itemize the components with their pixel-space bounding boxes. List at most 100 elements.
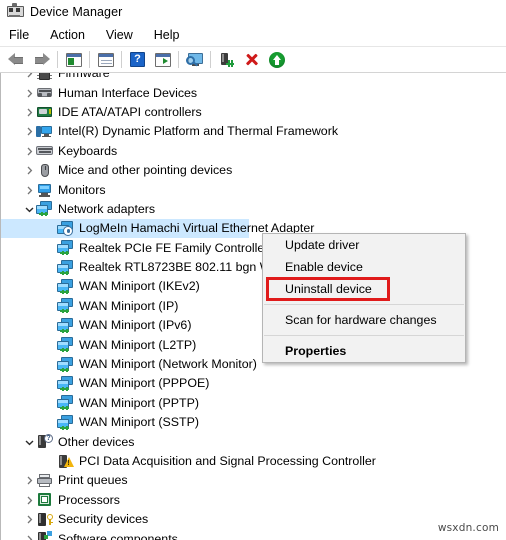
- chevron-right-icon[interactable]: [23, 161, 36, 180]
- processor-icon: [36, 492, 54, 508]
- chevron-right-icon[interactable]: [23, 73, 36, 83]
- tree-item-label: Intel(R) Dynamic Platform and Thermal Fr…: [58, 124, 339, 139]
- unknown-device-warning-icon: [57, 454, 75, 470]
- update-driver-button[interactable]: [214, 49, 239, 71]
- network-adapter-disabled-icon: [57, 220, 75, 237]
- network-adapter-icon: [57, 414, 75, 431]
- tree-item[interactable]: Human Interface Devices: [1, 83, 506, 102]
- menu-item-help[interactable]: Help: [154, 26, 191, 44]
- tree-item[interactable]: ? Other devices: [1, 432, 506, 451]
- window-title: Device Manager: [30, 5, 123, 19]
- tree-item-label: Print queues: [58, 473, 128, 488]
- tree-item[interactable]: Software components: [1, 529, 506, 540]
- chevron-right-icon[interactable]: [23, 122, 36, 141]
- menu-item-view[interactable]: View: [106, 26, 144, 44]
- context-menu-item-properties[interactable]: Properties: [263, 340, 465, 362]
- hid-keyboard-icon: [36, 85, 54, 101]
- monitor-icon: [36, 182, 54, 198]
- context-menu[interactable]: Update driver Enable device Uninstall devi…: [262, 233, 466, 363]
- tree-item[interactable]: IDE ATA/ATAPI controllers: [1, 103, 506, 122]
- chevron-right-icon[interactable]: [23, 510, 36, 529]
- toolbar: ?: [0, 46, 506, 73]
- watermark: wsxdn.com: [437, 522, 499, 534]
- chevron-right-icon[interactable]: [23, 530, 36, 540]
- menu-item-file[interactable]: File: [9, 26, 40, 44]
- arrow-right-icon: [33, 53, 50, 66]
- chevron-down-icon[interactable]: [23, 433, 36, 452]
- menu-bar: File Action View Help: [0, 24, 506, 46]
- chevron-right-icon[interactable]: [23, 84, 36, 103]
- toolbar-separator: [178, 51, 179, 68]
- tree-item-label: Software components: [58, 531, 178, 540]
- forward-button[interactable]: [29, 49, 54, 71]
- other-device-icon: ?: [36, 434, 54, 450]
- context-menu-item-label: Uninstall device: [285, 282, 372, 296]
- tree-item[interactable]: WAN Miniport (PPPOE): [1, 374, 506, 393]
- menu-item-action[interactable]: Action: [50, 26, 96, 44]
- tree-item-label: Security devices: [58, 512, 149, 527]
- context-menu-item-scan-for-hardware-changes[interactable]: Scan for hardware changes: [263, 309, 465, 331]
- device-manager-icon: [6, 3, 24, 21]
- network-adapter-icon: [36, 201, 54, 217]
- chevron-right-icon[interactable]: [23, 491, 36, 510]
- tree-item[interactable]: Intel(R) Dynamic Platform and Thermal Fr…: [1, 122, 506, 141]
- tree-item-label: Network adapters: [58, 201, 156, 216]
- context-menu-item-label: Update driver: [285, 238, 360, 252]
- tree-item-label: WAN Miniport (L2TP): [79, 337, 197, 352]
- scan-for-hardware-changes-button[interactable]: [182, 49, 207, 71]
- context-menu-item-label: Scan for hardware changes: [285, 313, 437, 327]
- back-button[interactable]: [4, 49, 29, 71]
- intel-platform-icon: [36, 124, 54, 140]
- show-hide-console-tree-button[interactable]: [61, 49, 86, 71]
- tree-item[interactable]: Firmware: [1, 73, 506, 83]
- chevron-down-icon[interactable]: [23, 200, 36, 219]
- tree-item[interactable]: Keyboards: [1, 142, 506, 161]
- green-up-arrow-icon: [268, 51, 285, 68]
- tree-item[interactable]: Mice and other pointing devices: [1, 161, 506, 180]
- tree-item[interactable]: Print queues: [1, 471, 506, 490]
- tree-item[interactable]: PCI Data Acquisition and Signal Processi…: [1, 452, 506, 471]
- help-button[interactable]: ?: [125, 49, 150, 71]
- mouse-icon: [36, 163, 54, 179]
- tree-item[interactable]: Processors: [1, 491, 506, 510]
- network-adapter-icon: [57, 337, 75, 353]
- network-adapter-icon: [57, 356, 75, 373]
- tree-item[interactable]: WAN Miniport (SSTP): [1, 413, 506, 432]
- tree-item[interactable]: Monitors: [1, 180, 506, 199]
- tree-item-label: WAN Miniport (Network Monitor): [79, 357, 257, 372]
- device-plug-icon: [219, 52, 234, 67]
- context-menu-item-update-driver[interactable]: Update driver: [263, 234, 465, 256]
- context-menu-item-uninstall-device[interactable]: Uninstall device: [263, 278, 465, 300]
- chevron-right-icon[interactable]: [23, 471, 36, 490]
- tree-item[interactable]: Security devices: [1, 510, 506, 529]
- tree-item[interactable]: WAN Miniport (PPTP): [1, 394, 506, 413]
- tree-item-label: Monitors: [58, 182, 106, 197]
- network-adapter-icon: [57, 395, 75, 411]
- chevron-right-icon[interactable]: [23, 181, 36, 200]
- tree-item-label: WAN Miniport (PPPOE): [79, 376, 210, 391]
- toolbar-separator: [89, 51, 90, 68]
- tree-item-label: PCI Data Acquisition and Signal Processi…: [79, 454, 376, 468]
- tree-item[interactable]: Network adapters: [1, 200, 506, 219]
- tree-item-label: WAN Miniport (IPv6): [79, 318, 192, 333]
- properties-window-icon: [97, 52, 114, 67]
- help-question-icon: ?: [130, 52, 145, 67]
- network-adapter-icon: [57, 259, 75, 276]
- enable-device-button[interactable]: [264, 49, 289, 71]
- context-menu-separator: [264, 335, 464, 336]
- tree-item-label: Other devices: [58, 434, 135, 449]
- properties-button[interactable]: [93, 49, 118, 71]
- action-menu-button[interactable]: [150, 49, 175, 71]
- chevron-right-icon[interactable]: [23, 103, 36, 122]
- tree-item-label: WAN Miniport (IKEv2): [79, 279, 200, 294]
- context-menu-item-enable-device[interactable]: Enable device: [263, 256, 465, 278]
- security-device-icon: [36, 512, 54, 528]
- uninstall-device-button[interactable]: [239, 49, 264, 71]
- tree-item-label: Human Interface Devices: [58, 85, 198, 100]
- chevron-right-icon[interactable]: [23, 142, 36, 161]
